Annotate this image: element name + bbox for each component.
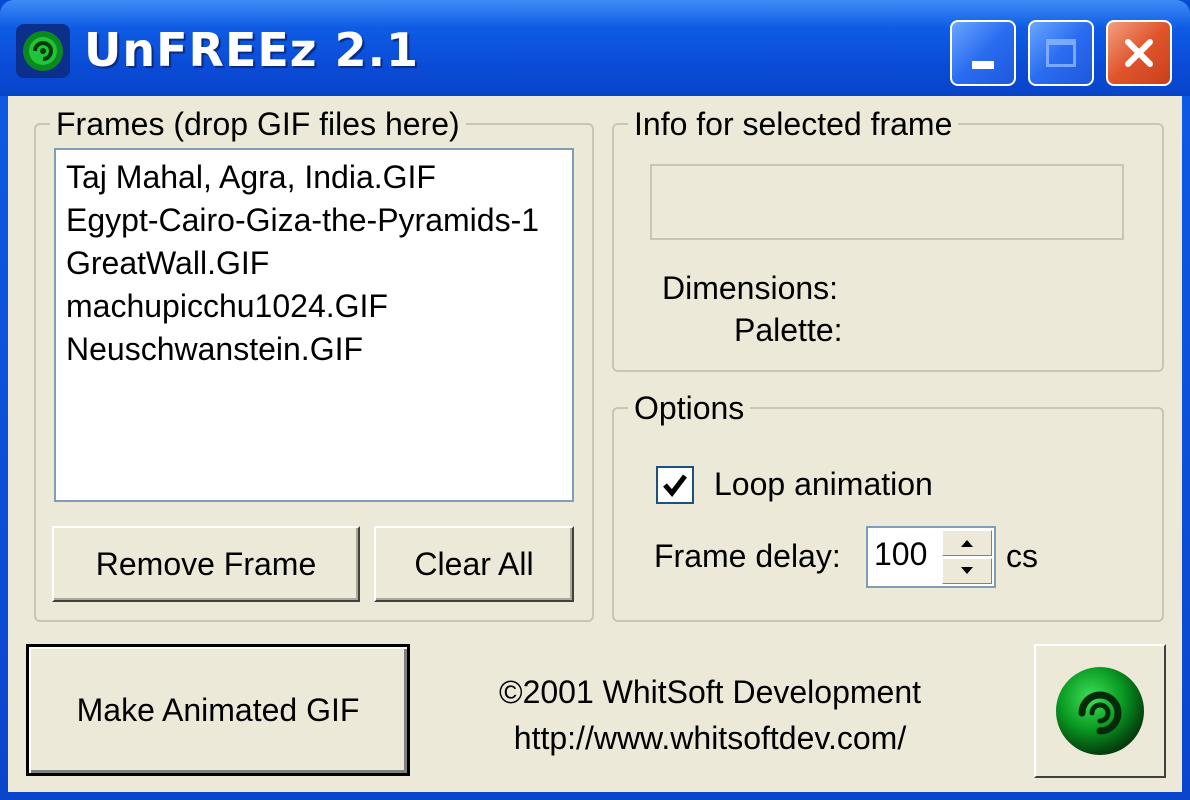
close-icon	[1125, 39, 1153, 67]
window-title: UnFREEz 2.1	[84, 23, 420, 77]
spin-up-button[interactable]	[942, 530, 992, 556]
make-animated-gif-button[interactable]: Make Animated GIF	[26, 644, 410, 776]
copyright-text: ©2001 WhitSoft Development	[498, 674, 921, 710]
arrow-down-icon	[961, 567, 973, 574]
dimensions-label: Dimensions:	[662, 270, 839, 306]
maximize-icon	[1046, 39, 1076, 67]
title-bar[interactable]: UnFREEz 2.1	[0, 0, 1190, 96]
minimize-button[interactable]	[950, 20, 1016, 86]
list-item[interactable]: Egypt-Cairo-Giza-the-Pyramids-1	[66, 199, 572, 242]
options-legend: Options	[634, 390, 745, 426]
app-icon[interactable]	[16, 24, 70, 78]
list-item[interactable]: GreatWall.GIF	[66, 242, 572, 285]
clear-all-button[interactable]: Clear All	[374, 526, 574, 602]
delay-unit-label: cs	[1006, 538, 1038, 574]
frame-delay-spinner[interactable]: 100	[866, 526, 996, 588]
spin-down-button[interactable]	[942, 558, 992, 584]
logo-button[interactable]	[1034, 644, 1166, 778]
info-legend: Info for selected frame	[634, 106, 953, 142]
client-area: Frames (drop GIF files here) Taj Mahal, …	[8, 96, 1182, 792]
frames-legend: Frames (drop GIF files here)	[56, 106, 460, 142]
palette-label: Palette:	[734, 312, 843, 348]
remove-frame-button[interactable]: Remove Frame	[52, 526, 360, 602]
checkmark-icon	[663, 474, 687, 497]
frame-preview-field	[650, 164, 1124, 240]
list-item[interactable]: machupicchu1024.GIF	[66, 285, 572, 328]
minimize-icon	[972, 61, 994, 69]
list-item[interactable]: Neuschwanstein.GIF	[66, 328, 572, 371]
close-button[interactable]	[1106, 20, 1172, 86]
frame-delay-value[interactable]: 100	[874, 536, 927, 573]
whitsoft-logo-icon	[1056, 667, 1144, 755]
loop-animation-label[interactable]: Loop animation	[714, 466, 933, 503]
maximize-button[interactable]	[1028, 20, 1094, 86]
app-window: UnFREEz 2.1 Frames (drop GIF files here)…	[0, 0, 1190, 800]
loop-animation-checkbox[interactable]	[656, 466, 694, 504]
website-link[interactable]: http://www.whitsoftdev.com/	[460, 720, 960, 757]
list-item[interactable]: Taj Mahal, Agra, India.GIF	[66, 156, 572, 199]
frame-delay-label: Frame delay:	[654, 538, 841, 574]
arrow-up-icon	[961, 540, 973, 547]
frames-listbox[interactable]: Taj Mahal, Agra, India.GIF Egypt-Cairo-G…	[54, 148, 574, 502]
